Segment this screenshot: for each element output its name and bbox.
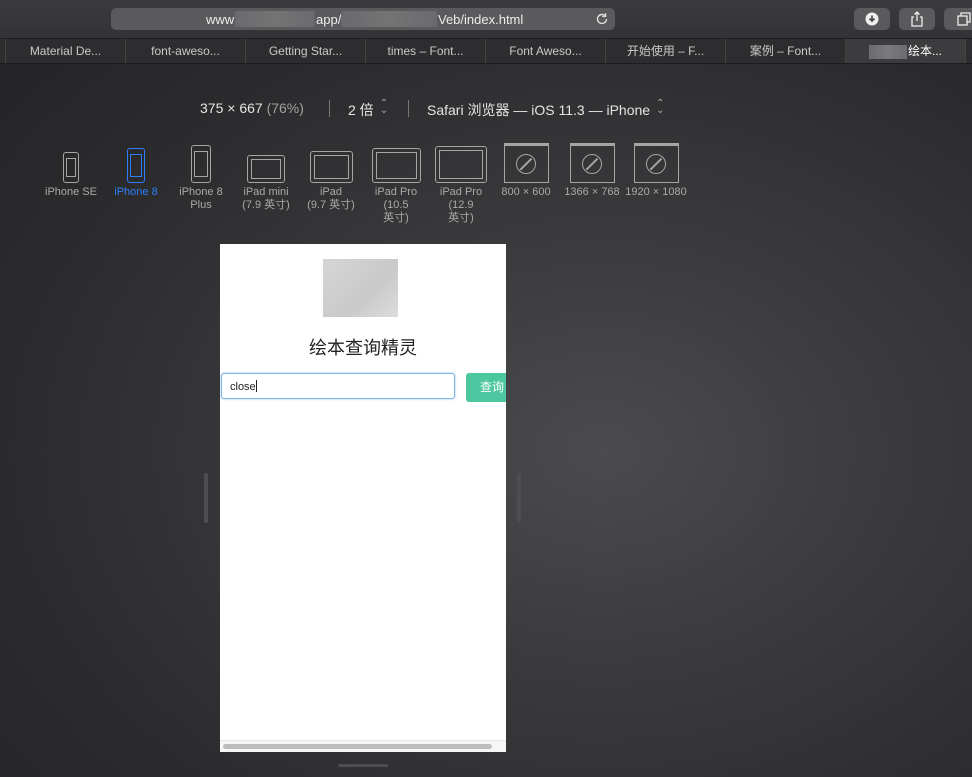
device-label: (7.9 英寸)	[242, 199, 290, 211]
horizontal-scrollbar[interactable]	[223, 744, 492, 749]
tab-anli-font[interactable]: 案例 – Font...	[726, 39, 846, 63]
device-label: 800 × 600	[501, 186, 551, 198]
device-800x600[interactable]: 800 × 600	[498, 142, 554, 199]
user-agent-value: Safari 浏览器 — iOS 11.3 — iPhone	[427, 102, 651, 118]
phone-icon	[127, 148, 145, 183]
resize-handle-left[interactable]	[204, 473, 208, 523]
device-label: 1920 × 1080	[625, 186, 687, 198]
search-button[interactable]: 查询	[466, 373, 506, 402]
tabs-overview-button[interactable]	[944, 8, 972, 30]
tablet-icon	[247, 155, 285, 183]
browser-window-icon	[633, 143, 679, 183]
device-1366x768[interactable]: 1366 × 768	[561, 142, 623, 199]
safari-compass-icon	[582, 154, 602, 174]
tab-font-awesome-2[interactable]: Font Aweso...	[486, 39, 606, 63]
device-label: (12.9	[448, 199, 474, 211]
device-label: iPad Pro	[439, 186, 483, 198]
device-label: 英寸)	[383, 212, 409, 224]
search-input-value: close	[230, 381, 256, 393]
device-label: 英寸)	[448, 212, 474, 224]
reload-icon[interactable]	[594, 11, 610, 27]
device-label: (9.7 英寸)	[307, 199, 355, 211]
device-label: iPad mini	[243, 186, 289, 198]
device-label: iPhone 8	[179, 186, 223, 198]
tab-material-design[interactable]: Material De...	[6, 39, 126, 63]
tab-kaishi-shiyong[interactable]: 开始使用 – F...	[606, 39, 726, 63]
url-part: Veb/index.html	[438, 12, 524, 27]
zoom-value: (76%)	[266, 100, 304, 116]
device-label: iPhone SE	[45, 186, 97, 198]
browser-window-icon	[569, 143, 615, 183]
tablet-icon	[309, 151, 353, 183]
pixel-ratio-select[interactable]: 2 倍 ⌃ ⌄	[348, 98, 389, 120]
chevron-updown-icon: ⌃ ⌄	[656, 98, 665, 116]
device-label: iPad Pro	[374, 186, 418, 198]
divider	[408, 100, 409, 117]
resize-handle-right[interactable]	[517, 473, 521, 523]
user-agent-select[interactable]: Safari 浏览器 — iOS 11.3 — iPhone ⌃ ⌄	[427, 98, 665, 120]
tablet-icon	[435, 146, 487, 183]
divider	[329, 100, 330, 117]
tab-active-label: 绘本...	[907, 44, 942, 58]
resize-handle-bottom[interactable]	[338, 764, 388, 767]
device-1920x1080[interactable]: 1920 × 1080	[624, 142, 688, 199]
dimensions-value: 375 × 667	[200, 100, 263, 116]
tab-times-font[interactable]: times – Font...	[366, 39, 486, 63]
device-label: (10.5	[383, 199, 409, 211]
tab-title-redaction	[868, 44, 907, 59]
phone-icon	[191, 145, 211, 183]
device-label: iPad	[319, 186, 343, 198]
tablet-icon	[371, 148, 421, 183]
device-ipad[interactable]: iPad (9.7 英寸)	[304, 142, 358, 212]
viewport-dimensions[interactable]: 375 × 667 (76%)	[200, 100, 304, 116]
text-caret	[255, 380, 257, 392]
safari-compass-icon	[646, 154, 666, 174]
device-ipad-mini[interactable]: iPad mini (7.9 英寸)	[238, 142, 294, 212]
device-label: iPhone 8	[114, 186, 158, 198]
device-ipad-pro-12-9[interactable]: iPad Pro (12.9 英寸)	[434, 142, 488, 225]
tab-font-awesome[interactable]: font-aweso...	[126, 39, 246, 63]
tab-strip: Material De... font-aweso... Getting Sta…	[0, 39, 972, 64]
page-title: 绘本查询精灵	[309, 338, 417, 359]
safari-compass-icon	[516, 154, 536, 174]
device-label: 1366 × 768	[564, 186, 620, 198]
device-iphone-se[interactable]: iPhone SE	[45, 142, 97, 199]
url-redaction	[341, 11, 437, 27]
browser-window-icon	[503, 143, 549, 183]
device-ipad-pro-10-5[interactable]: iPad Pro (10.5 英寸)	[370, 142, 422, 225]
device-viewport: 绘本查询精灵 close 查询	[220, 244, 506, 752]
tab-active-huiben[interactable]: 绘本...	[846, 39, 966, 63]
device-label: Plus	[190, 199, 212, 211]
share-button[interactable]	[899, 8, 935, 30]
url-redaction	[235, 11, 315, 27]
logo-image	[323, 259, 398, 317]
device-iphone-8-plus[interactable]: iPhone 8 Plus	[176, 142, 226, 212]
address-bar[interactable]: www app/ Veb/index.html	[111, 8, 615, 30]
pixel-ratio-value: 2 倍	[348, 102, 374, 118]
device-iphone-8[interactable]: iPhone 8	[111, 142, 161, 199]
url-part: www	[206, 12, 235, 27]
responsive-design-bar: 375 × 667 (76%) 2 倍 ⌃ ⌄ Safari 浏览器 — iOS 1…	[0, 98, 972, 120]
chevron-updown-icon: ⌃ ⌄	[379, 98, 389, 116]
search-input[interactable]: close	[221, 373, 455, 399]
url-part: app/	[316, 12, 342, 27]
download-button[interactable]	[854, 8, 890, 30]
tab-getting-started[interactable]: Getting Star...	[246, 39, 366, 63]
phone-icon	[63, 152, 79, 183]
browser-toolbar: www app/ Veb/index.html	[0, 0, 972, 39]
